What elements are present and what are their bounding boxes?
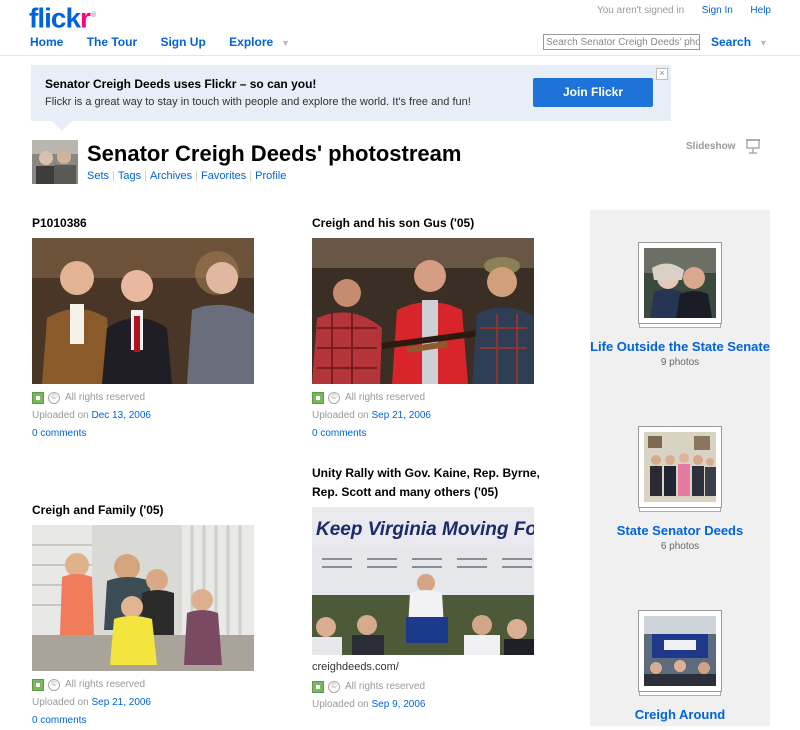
license-row: © All rights reserved xyxy=(312,678,552,696)
set-item[interactable]: Life Outside the State Senate 9 photos xyxy=(590,242,770,368)
license-row: © All rights reserved xyxy=(32,676,272,694)
archives-link[interactable]: Archives xyxy=(150,170,192,182)
header-divider xyxy=(0,55,800,56)
account-bar: You aren't signed in Sign In Help xyxy=(597,5,771,16)
upload-info: Uploaded on Sep 9, 2006 xyxy=(312,696,552,714)
photo-title[interactable]: Creigh and Family ('05) xyxy=(32,501,272,520)
upload-date-link[interactable]: Dec 13, 2006 xyxy=(92,410,152,421)
copyright-icon: © xyxy=(328,681,340,693)
license-text: All rights reserved xyxy=(65,679,146,690)
photo-icon xyxy=(312,392,324,404)
rally-banner-text: Keep Virginia Moving Forward xyxy=(316,519,534,540)
set-item[interactable]: State Senator Deeds 6 photos xyxy=(590,426,770,552)
photo-entry: Unity Rally with Gov. Kaine, Rep. Byrne,… xyxy=(312,464,552,714)
sign-in-link[interactable]: Sign In xyxy=(702,5,733,16)
profile-link[interactable]: Profile xyxy=(255,170,286,182)
upload-info: Uploaded on Sep 21, 2006 xyxy=(312,407,552,425)
uploaded-label: Uploaded on xyxy=(32,697,89,708)
uploaded-label: Uploaded on xyxy=(312,699,369,710)
upload-info: Uploaded on Dec 13, 2006 xyxy=(32,407,272,425)
photo-caption: creighdeeds.com/ xyxy=(312,661,399,673)
photo-icon xyxy=(312,681,324,693)
photo-entry: Creigh and his son Gus ('05) © All right… xyxy=(312,214,552,443)
join-promo-banner: Senator Creigh Deeds uses Flickr – so ca… xyxy=(31,65,671,121)
help-link[interactable]: Help xyxy=(750,5,771,16)
upload-date-link[interactable]: Sep 21, 2006 xyxy=(92,697,152,708)
set-title[interactable]: Life Outside the State Senate xyxy=(590,338,770,356)
upload-date-link[interactable]: Sep 21, 2006 xyxy=(372,410,432,421)
set-title[interactable]: Creigh Around xyxy=(590,706,770,724)
flickr-logo[interactable]: flickr® xyxy=(29,1,96,33)
search-button[interactable]: Search xyxy=(711,35,751,49)
copyright-icon: © xyxy=(48,679,60,691)
comments-link[interactable]: 0 comments xyxy=(32,715,86,726)
signed-out-notice: You aren't signed in xyxy=(596,5,685,16)
uploaded-label: Uploaded on xyxy=(32,410,89,421)
license-text: All rights reserved xyxy=(345,392,426,403)
slideshow-link[interactable]: Slideshow xyxy=(686,141,735,152)
search-input[interactable]: Search Senator Creigh Deeds' photostream xyxy=(543,34,700,50)
photo-entry: P1010386 © All rights reserved Uploaded … xyxy=(32,214,272,443)
photo-title[interactable]: P1010386 xyxy=(32,214,272,233)
license-text: All rights reserved xyxy=(345,681,426,692)
avatar[interactable] xyxy=(32,140,78,184)
favorites-link[interactable]: Favorites xyxy=(201,170,246,182)
photo-thumbnail[interactable]: Keep Virginia Moving Forward xyxy=(312,507,534,655)
logo-accent: r xyxy=(80,2,91,34)
license-row: © All rights reserved xyxy=(32,389,272,407)
set-thumbnail[interactable] xyxy=(638,426,722,512)
photo-thumbnail[interactable] xyxy=(32,525,254,671)
promo-pointer xyxy=(52,121,72,131)
photo-icon xyxy=(32,679,44,691)
search-dropdown-icon[interactable]: ▼ xyxy=(759,38,768,48)
promo-text: Flickr is a great way to stay in touch w… xyxy=(45,96,471,108)
tags-link[interactable]: Tags xyxy=(118,170,141,182)
nav-tour[interactable]: The Tour xyxy=(87,35,137,49)
license-text: All rights reserved xyxy=(65,392,146,403)
close-icon[interactable]: × xyxy=(656,68,668,80)
photo-icon xyxy=(32,392,44,404)
sets-link[interactable]: Sets xyxy=(87,170,109,182)
set-thumbnail[interactable] xyxy=(638,610,722,696)
photostream-subnav: Sets | Tags | Archives | Favorites | Profile xyxy=(87,170,287,182)
nav-signup[interactable]: Sign Up xyxy=(160,35,205,49)
promo-title: Senator Creigh Deeds uses Flickr – so ca… xyxy=(45,77,317,91)
page-title: Senator Creigh Deeds' photostream xyxy=(87,141,462,166)
slideshow-icon[interactable] xyxy=(745,138,761,154)
upload-info: Uploaded on Sep 21, 2006 xyxy=(32,694,272,712)
logo-text: flick xyxy=(29,2,81,34)
set-count: 6 photos xyxy=(660,541,700,552)
photo-thumbnail[interactable] xyxy=(32,238,254,384)
upload-date-link[interactable]: Sep 9, 2006 xyxy=(372,699,426,710)
sets-sidebar: Life Outside the State Senate 9 photos S… xyxy=(590,210,770,726)
registered-mark-icon: ® xyxy=(90,12,97,19)
comments-link[interactable]: 0 comments xyxy=(32,428,86,439)
photo-title[interactable]: Unity Rally with Gov. Kaine, Rep. Byrne,… xyxy=(312,464,552,502)
main-nav: Home The Tour Sign Up Explore ▼ xyxy=(30,35,290,49)
nav-home[interactable]: Home xyxy=(30,35,63,49)
set-count: 9 photos xyxy=(660,357,700,368)
comments-link[interactable]: 0 comments xyxy=(312,428,366,439)
license-row: © All rights reserved xyxy=(312,389,552,407)
photo-thumbnail[interactable] xyxy=(312,238,534,384)
set-thumbnail[interactable] xyxy=(638,242,722,328)
copyright-icon: © xyxy=(328,392,340,404)
set-title[interactable]: State Senator Deeds xyxy=(590,522,770,540)
explore-dropdown-icon[interactable]: ▼ xyxy=(281,38,290,48)
uploaded-label: Uploaded on xyxy=(312,410,369,421)
nav-explore[interactable]: Explore xyxy=(229,35,273,49)
photo-entry: Creigh and Family ('05) © All rights res… xyxy=(32,501,272,730)
copyright-icon: © xyxy=(48,392,60,404)
photo-title[interactable]: Creigh and his son Gus ('05) xyxy=(312,214,552,233)
set-item[interactable]: Creigh Around xyxy=(590,610,770,724)
join-flickr-button[interactable]: Join Flickr xyxy=(533,78,653,107)
